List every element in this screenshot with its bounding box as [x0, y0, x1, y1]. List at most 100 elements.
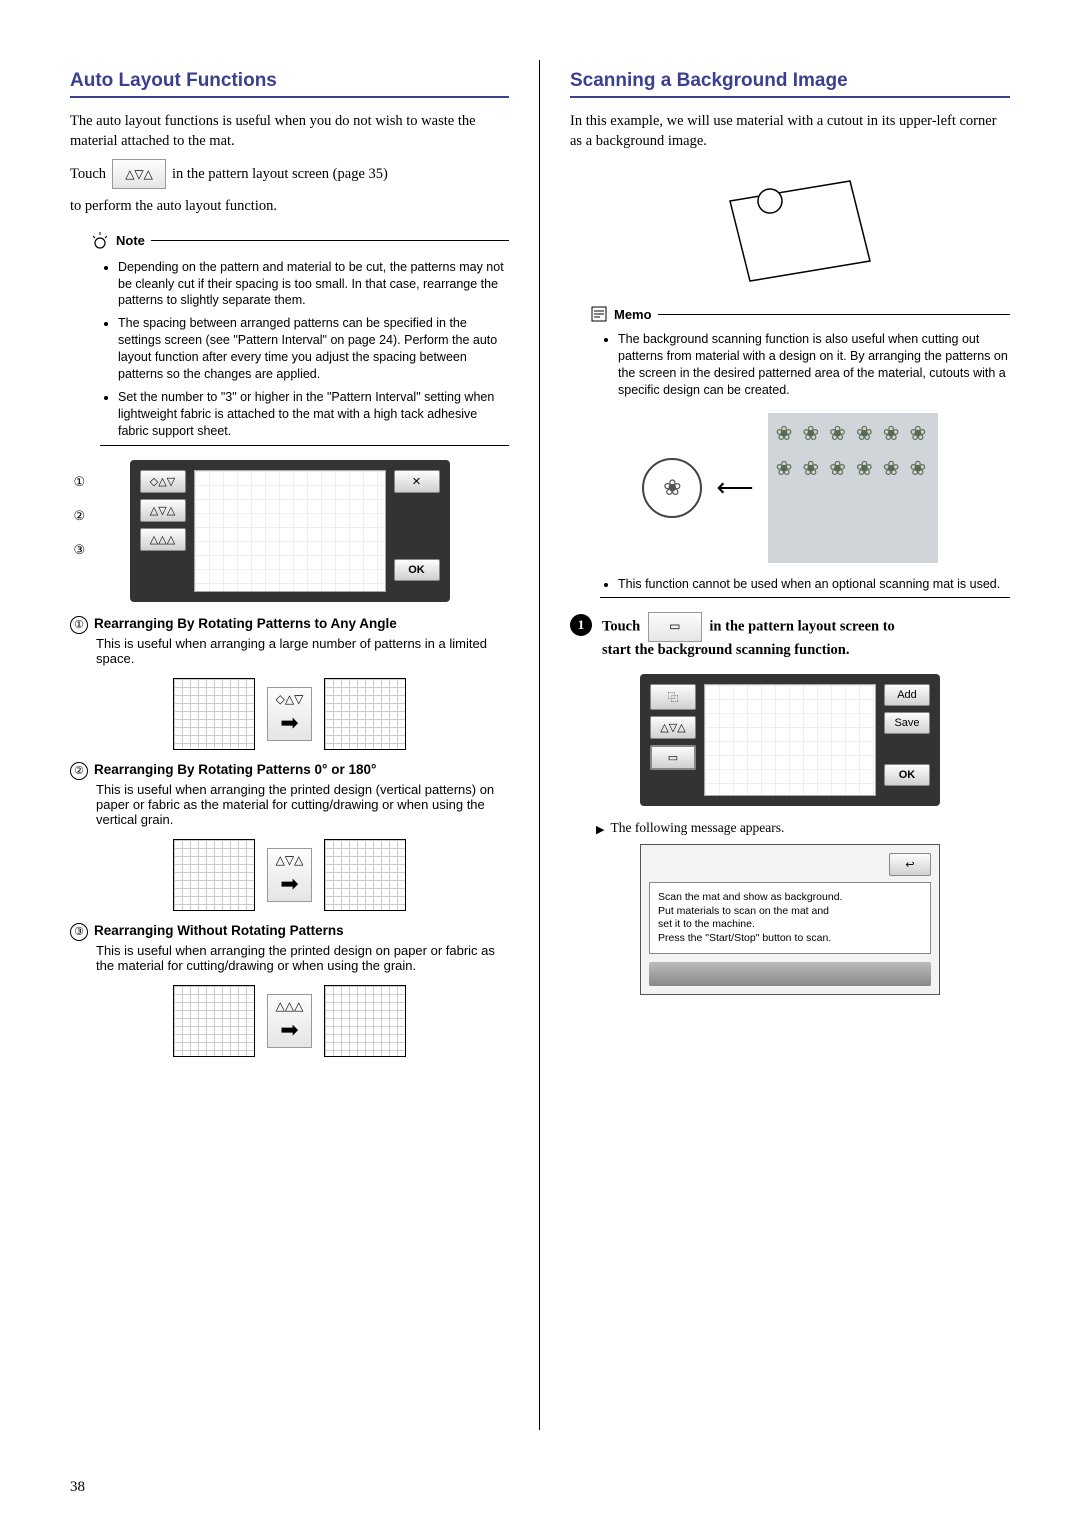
ok-button[interactable]: OK: [394, 559, 440, 581]
save-button[interactable]: Save: [884, 712, 930, 734]
marker-2: ②: [74, 508, 86, 524]
heading-auto-layout: Auto Layout Functions: [70, 70, 509, 92]
message-text: Scan the mat and show as background. Put…: [649, 882, 931, 955]
circled-1-icon: ①: [70, 616, 88, 634]
intro-paragraph: The auto layout functions is useful when…: [70, 112, 509, 151]
page-number: 38: [70, 1479, 85, 1496]
step1-mid: in the pattern layout screen to: [709, 618, 894, 634]
no-rotate-icon: △△△: [276, 999, 304, 1013]
memo-icon: [590, 305, 608, 323]
fabric-swatch: ❀❀❀❀ ❀❀❀❀ ❀❀❀❀: [768, 413, 938, 563]
before-grid: [173, 839, 255, 911]
memo-list: The background scanning function is also…: [600, 331, 1010, 399]
memo-item: This function cannot be used when an opt…: [618, 577, 1010, 591]
no-rotate-button[interactable]: △△△: [140, 528, 186, 551]
arrow-right-icon: ➡: [280, 710, 298, 736]
close-button[interactable]: ✕: [394, 470, 440, 493]
circled-2-icon: ②: [70, 762, 88, 780]
cutout-preview: ❀: [642, 458, 702, 518]
note-item: Depending on the pattern and material to…: [118, 259, 509, 310]
note-bottom-rule: [100, 445, 509, 446]
touch-pre: Touch: [70, 166, 106, 183]
memo-box: Memo The background scanning function is…: [570, 305, 1010, 399]
after-grid: [324, 985, 406, 1057]
definition-1: ① Rearranging By Rotating Patterns to Any…: [70, 616, 509, 666]
left-button-column: ◇△▽ △▽△ △△△: [140, 470, 186, 592]
msg-line: set it to the machine.: [658, 918, 922, 932]
result-text: The following message appears.: [610, 820, 784, 836]
result-line: ▶ The following message appears.: [596, 820, 1010, 836]
background-scan-button[interactable]: ▭: [650, 745, 696, 770]
heading-rule: [70, 96, 509, 98]
auto-layout-screen-wrap: ① ② ③ ◇△▽ △▽△ △△△ ✕ OK: [130, 460, 450, 602]
circled-3-icon: ③: [70, 923, 88, 941]
note-rule: [151, 240, 509, 241]
after-grid: [324, 678, 406, 750]
memo-list-2: This function cannot be used when an opt…: [600, 577, 1010, 591]
after-grid: [324, 839, 406, 911]
illustration-3: △△△ ➡: [70, 985, 509, 1057]
marker-3: ③: [74, 542, 86, 558]
pattern-illustration: ❀ ⟵ ❀❀❀❀ ❀❀❀❀ ❀❀❀❀: [570, 413, 1010, 563]
auto-layout-icon: △▽△: [112, 159, 166, 189]
add-button[interactable]: Add: [884, 684, 930, 706]
pattern-layout-screen: ⿻ △▽△ ▭ Add Save OK: [640, 674, 940, 806]
heading-scanning: Scanning a Background Image: [570, 70, 1010, 92]
add-pattern-button[interactable]: ⿻: [650, 684, 696, 710]
illustration-2: △▽△ ➡: [70, 839, 509, 911]
memo-item: The background scanning function is also…: [618, 331, 1010, 399]
step1-pre: Touch: [602, 618, 640, 634]
note-box: Note Depending on the pattern and materi…: [70, 231, 509, 447]
msg-line: Put materials to scan on the mat and: [658, 905, 922, 919]
triangle-right-icon: ▶: [596, 823, 604, 836]
machine-illustration: [649, 962, 931, 986]
rotate-any-icon: ◇△▽: [276, 692, 304, 706]
mat-preview: [704, 684, 876, 796]
note-list: Depending on the pattern and material to…: [100, 259, 509, 440]
before-grid: [173, 678, 255, 750]
left-column: Auto Layout Functions The auto layout fu…: [70, 60, 540, 1430]
mat-preview: [194, 470, 386, 592]
step1-line2: start the background scanning function.: [602, 642, 849, 658]
material-illustration: [700, 161, 880, 291]
transform-icon: ◇△▽ ➡: [267, 687, 313, 741]
definition-3: ③ Rearranging Without Rotating Patterns T…: [70, 923, 509, 973]
message-dialog: ↩ Scan the mat and show as background. P…: [640, 844, 940, 996]
auto-layout-button[interactable]: △▽△: [650, 716, 696, 739]
arrow-left-icon: ⟵: [716, 472, 753, 503]
def2-desc: This is useful when arranging the printe…: [96, 782, 509, 827]
arrow-right-icon: ➡: [280, 1017, 298, 1043]
touch-post: in the pattern layout screen (page 35): [172, 166, 388, 183]
arrow-right-icon: ➡: [280, 871, 298, 897]
definition-2: ②Rearranging By Rotating Patterns 0° or …: [70, 762, 509, 827]
scanning-intro: In this example, we will use material wi…: [570, 112, 1010, 151]
lightbulb-icon: [90, 231, 110, 251]
ok-button[interactable]: OK: [884, 764, 930, 786]
before-grid: [173, 985, 255, 1057]
msg-line: Scan the mat and show as background.: [658, 891, 922, 905]
memo-bottom-rule: [600, 597, 1010, 598]
note-item: Set the number to "3" or higher in the "…: [118, 389, 509, 440]
right-button-column: ✕ OK: [394, 470, 440, 592]
illustration-1: ◇△▽ ➡: [70, 678, 509, 750]
rotate-0-180-icon: △▽△: [276, 853, 304, 867]
marker-1: ①: [74, 474, 86, 490]
rotate-0-180-button[interactable]: △▽△: [140, 499, 186, 522]
heading-rule: [570, 96, 1010, 98]
back-button[interactable]: ↩: [889, 853, 931, 876]
touch-instruction-2: to perform the auto layout function.: [70, 197, 509, 217]
step-1: 1 Touch ▭ in the pattern layout screen t…: [570, 614, 1010, 660]
msg-line: Press the "Start/Stop" button to scan.: [658, 932, 922, 946]
manual-page: Auto Layout Functions The auto layout fu…: [0, 0, 1080, 1526]
def3-title: Rearranging Without Rotating Patterns: [94, 923, 344, 938]
right-button-column: Add Save OK: [884, 684, 930, 796]
def1-title: Rearranging By Rotating Patterns to Any …: [94, 616, 397, 631]
note-item: The spacing between arranged patterns ca…: [118, 315, 509, 383]
memo-rule: [658, 314, 1010, 315]
rotate-any-button[interactable]: ◇△▽: [140, 470, 186, 493]
transform-icon: △▽△ ➡: [267, 848, 313, 902]
right-column: Scanning a Background Image In this exam…: [540, 60, 1010, 1430]
left-button-column: ⿻ △▽△ ▭: [650, 684, 696, 796]
def1-desc: This is useful when arranging a large nu…: [96, 636, 509, 666]
def3-desc: This is useful when arranging the printe…: [96, 943, 509, 973]
